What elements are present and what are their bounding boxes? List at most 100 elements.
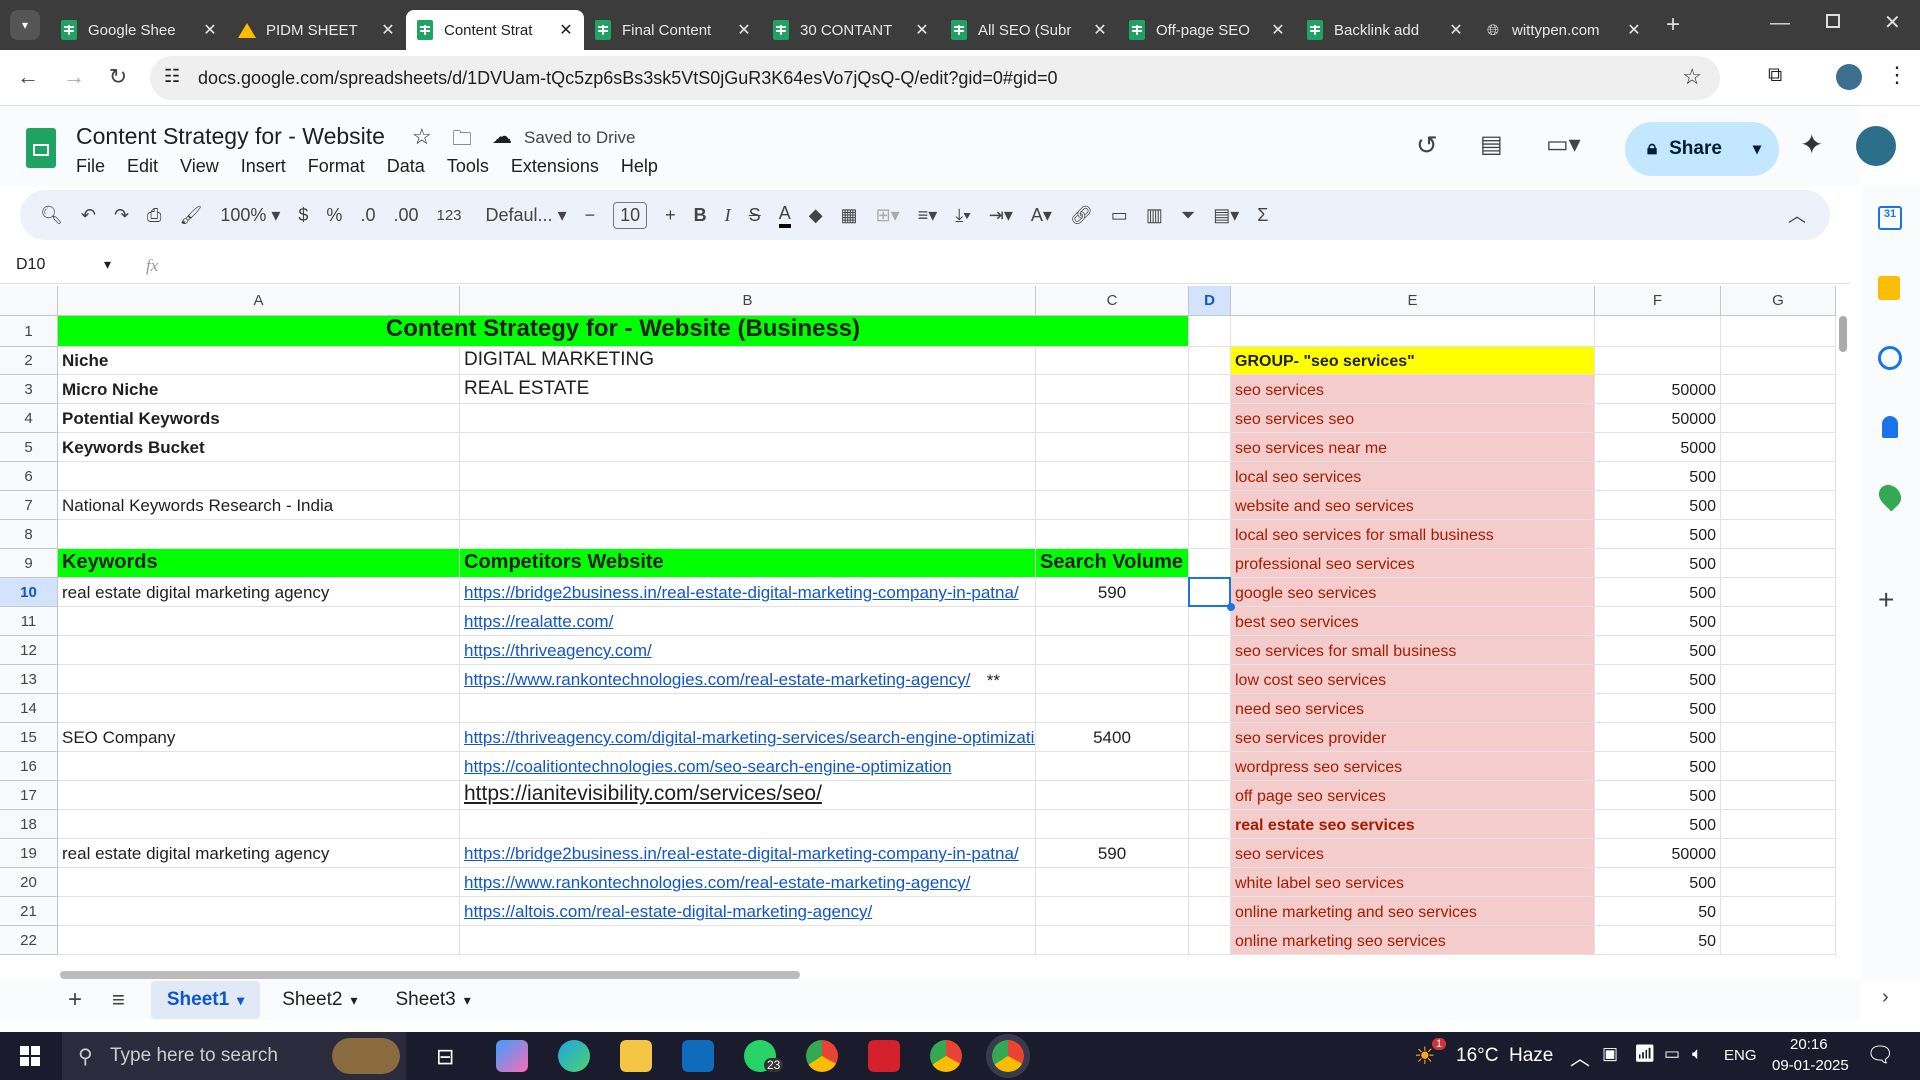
grid-cell[interactable]: [1036, 462, 1189, 491]
menu-help[interactable]: Help: [621, 156, 658, 177]
browser-tab[interactable]: Content Strat ✕: [406, 10, 584, 50]
grid-cell[interactable]: [460, 694, 1036, 723]
horizontal-align-icon[interactable]: ≡▾: [918, 205, 938, 226]
menu-insert[interactable]: Insert: [241, 156, 286, 177]
grid-cell[interactable]: [1189, 433, 1231, 462]
grid-cell[interactable]: [1036, 897, 1189, 926]
sheets-logo-icon[interactable]: [26, 128, 56, 168]
grid-cell[interactable]: [1189, 549, 1231, 578]
borders-icon[interactable]: ▦: [841, 205, 858, 226]
cell-c13-note[interactable]: **: [460, 665, 1036, 694]
column-header[interactable]: E: [1231, 286, 1595, 316]
functions-icon[interactable]: Σ: [1257, 205, 1268, 226]
volume-icon[interactable]: 🔈︎: [1692, 1044, 1702, 1064]
maps-icon[interactable]: [1874, 480, 1906, 512]
windows-start-icon[interactable]: [20, 1046, 40, 1066]
grid-cell[interactable]: [1189, 404, 1231, 433]
menu-tools[interactable]: Tools: [447, 156, 489, 177]
cell-a7[interactable]: National Keywords Research - India: [58, 491, 460, 520]
text-wrapping-icon[interactable]: ⇥▾: [989, 205, 1013, 226]
group-keyword-volume[interactable]: 50000: [1595, 404, 1721, 433]
grid-cell[interactable]: [58, 607, 460, 636]
group-keyword-volume[interactable]: 500: [1595, 868, 1721, 897]
grid-cell[interactable]: [1189, 607, 1231, 636]
percent-button[interactable]: %: [326, 205, 342, 226]
task-view-icon[interactable]: ⊟: [436, 1044, 454, 1070]
grid-cell[interactable]: [1036, 491, 1189, 520]
column-header[interactable]: D: [1189, 286, 1231, 316]
group-keyword[interactable]: seo services: [1231, 839, 1595, 868]
grid-cell[interactable]: [58, 636, 460, 665]
grid-cell[interactable]: [1721, 347, 1836, 375]
row-header[interactable]: 18: [0, 810, 58, 839]
italic-icon[interactable]: I: [725, 205, 731, 226]
extensions-icon[interactable]: ⧉: [1768, 64, 1782, 87]
grid-cell[interactable]: [1189, 694, 1231, 723]
zoom-select[interactable]: 100% ▾: [220, 205, 280, 226]
chrome-active-icon[interactable]: [992, 1040, 1024, 1072]
expand-panel-icon[interactable]: ›: [1882, 986, 1889, 1009]
select-all-corner[interactable]: [0, 286, 58, 316]
group-keyword[interactable]: wordpress seo services: [1231, 752, 1595, 781]
grid-cell[interactable]: [1721, 375, 1836, 404]
print-icon[interactable]: ⎙: [147, 205, 161, 226]
network-icon[interactable]: 📶︎: [1634, 1044, 1656, 1064]
grid-cell[interactable]: [1189, 897, 1231, 926]
font-size-decrease-icon[interactable]: −: [585, 205, 596, 226]
group-keyword[interactable]: local seo services for small business: [1231, 520, 1595, 549]
cell-a10[interactable]: real estate digital marketing agency: [58, 578, 460, 607]
group-keyword[interactable]: google seo services: [1231, 578, 1595, 607]
horizontal-scrollbar[interactable]: [58, 968, 1836, 980]
column-header[interactable]: F: [1595, 286, 1721, 316]
row-header[interactable]: 8: [0, 520, 58, 549]
sheet-tab[interactable]: Sheet3 ▾: [379, 981, 486, 1019]
notifications-icon[interactable]: 🗨︎: [1866, 1042, 1894, 1068]
grid-cell[interactable]: [1189, 810, 1231, 839]
paint-format-icon[interactable]: 🖌︎: [179, 205, 202, 226]
group-keyword-volume[interactable]: 500: [1595, 520, 1721, 549]
grid-cell[interactable]: [1036, 404, 1189, 433]
grid-cell[interactable]: [1036, 694, 1189, 723]
close-tab-icon[interactable]: ✕: [1626, 20, 1642, 40]
weather-text[interactable]: 16°C Haze: [1456, 1045, 1553, 1067]
row-header[interactable]: 15: [0, 723, 58, 752]
group-keyword[interactable]: seo services near me: [1231, 433, 1595, 462]
close-tab-icon[interactable]: ✕: [380, 20, 396, 40]
row-header[interactable]: 16: [0, 752, 58, 781]
group-keyword-volume[interactable]: 500: [1595, 665, 1721, 694]
competitor-link[interactable]: https://bridge2business.in/real-estate-d…: [460, 839, 1036, 868]
undo-icon[interactable]: ↶: [81, 205, 96, 226]
calendar-icon[interactable]: 31: [1878, 206, 1902, 230]
group-keyword[interactable]: online marketing seo services: [1231, 926, 1595, 955]
reload-icon[interactable]: ↻: [104, 64, 132, 90]
file-explorer-icon[interactable]: [620, 1040, 652, 1072]
grid-cell[interactable]: [58, 810, 460, 839]
comments-icon[interactable]: ▤: [1480, 130, 1503, 159]
grid-cell[interactable]: [1189, 781, 1231, 810]
grid-cell[interactable]: [1189, 462, 1231, 491]
font-size-input[interactable]: 10: [613, 201, 648, 229]
close-tab-icon[interactable]: ✕: [558, 20, 574, 40]
language-indicator[interactable]: ENG: [1724, 1047, 1757, 1064]
add-sheet-icon[interactable]: +: [68, 986, 82, 1014]
star-icon[interactable]: ☆: [412, 124, 432, 150]
fill-handle[interactable]: [1227, 603, 1235, 611]
add-addon-icon[interactable]: +: [1878, 584, 1894, 616]
cell-a4[interactable]: Potential Keywords: [58, 404, 460, 433]
cell-c19[interactable]: 590: [1036, 839, 1189, 868]
row-header[interactable]: 17: [0, 781, 58, 810]
contacts-icon[interactable]: [1882, 416, 1898, 438]
vertical-scroll-thumb[interactable]: [1839, 316, 1847, 352]
grid-cell[interactable]: [460, 926, 1036, 955]
row-header[interactable]: 20: [0, 868, 58, 897]
cell-c15[interactable]: 5400: [1036, 723, 1189, 752]
share-dropdown-icon[interactable]: ▾: [1753, 139, 1761, 159]
cell-b2[interactable]: DIGITAL MARKETING: [460, 347, 1036, 375]
browser-tab[interactable]: Google Shee ✕: [50, 10, 228, 50]
name-box-dropdown-icon[interactable]: ▾: [104, 256, 111, 273]
grid-cell[interactable]: [1189, 723, 1231, 752]
row-header[interactable]: 6: [0, 462, 58, 491]
tray-chevron-icon[interactable]: ︿: [1570, 1042, 1590, 1071]
search-menus-icon[interactable]: 🔍︎: [40, 205, 63, 226]
group-keyword[interactable]: professional seo services: [1231, 549, 1595, 578]
